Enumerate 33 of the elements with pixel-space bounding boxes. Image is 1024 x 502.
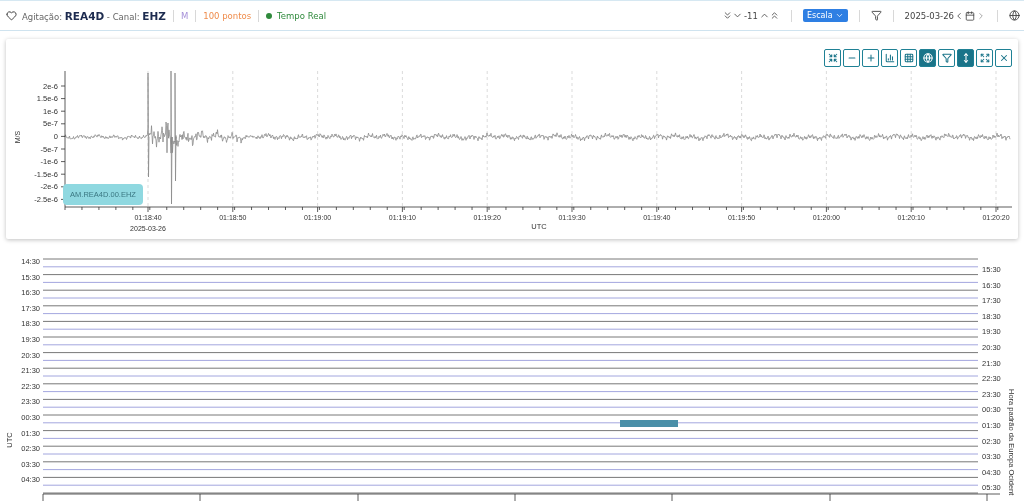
globe-icon	[922, 53, 933, 63]
close-button[interactable]	[995, 49, 1012, 67]
points-label: 100 pontos	[203, 10, 252, 21]
heart-icon[interactable]	[6, 10, 17, 21]
component-label: M	[180, 10, 189, 21]
date-value: 2025-03-26	[904, 10, 954, 21]
previous-icon[interactable]	[954, 10, 964, 21]
fit-button[interactable]	[824, 49, 841, 67]
expand-button[interactable]	[976, 49, 993, 67]
grid-icon	[903, 53, 914, 63]
grid-button[interactable]	[900, 49, 917, 67]
globe-button[interactable]	[919, 49, 936, 67]
zoom-out-button[interactable]	[843, 49, 860, 67]
shrink-icon	[827, 53, 838, 63]
station-channel-label: Agitação: REA4D - Canal: EHZ	[22, 9, 166, 22]
caret-icon	[834, 11, 844, 20]
vertical-scale-button[interactable]	[957, 49, 974, 67]
close-icon	[998, 53, 1009, 63]
zoom-in-button[interactable]	[862, 49, 879, 67]
live-status: Tempo Real	[277, 10, 326, 21]
bar-chart-icon	[884, 53, 895, 63]
event-marker	[620, 420, 678, 427]
scale-dropdown[interactable]: Escala	[802, 9, 848, 22]
filter-button[interactable]	[938, 49, 955, 67]
offset-value: -11	[744, 10, 758, 21]
filter-icon[interactable]	[870, 10, 882, 21]
expand-icon	[979, 53, 990, 63]
calendar-icon[interactable]	[965, 10, 975, 21]
status-dot	[266, 12, 273, 19]
globe-icon[interactable]	[1009, 10, 1020, 21]
plus-icon	[865, 53, 876, 63]
chart-button[interactable]	[881, 49, 898, 67]
filter-icon	[941, 53, 952, 63]
